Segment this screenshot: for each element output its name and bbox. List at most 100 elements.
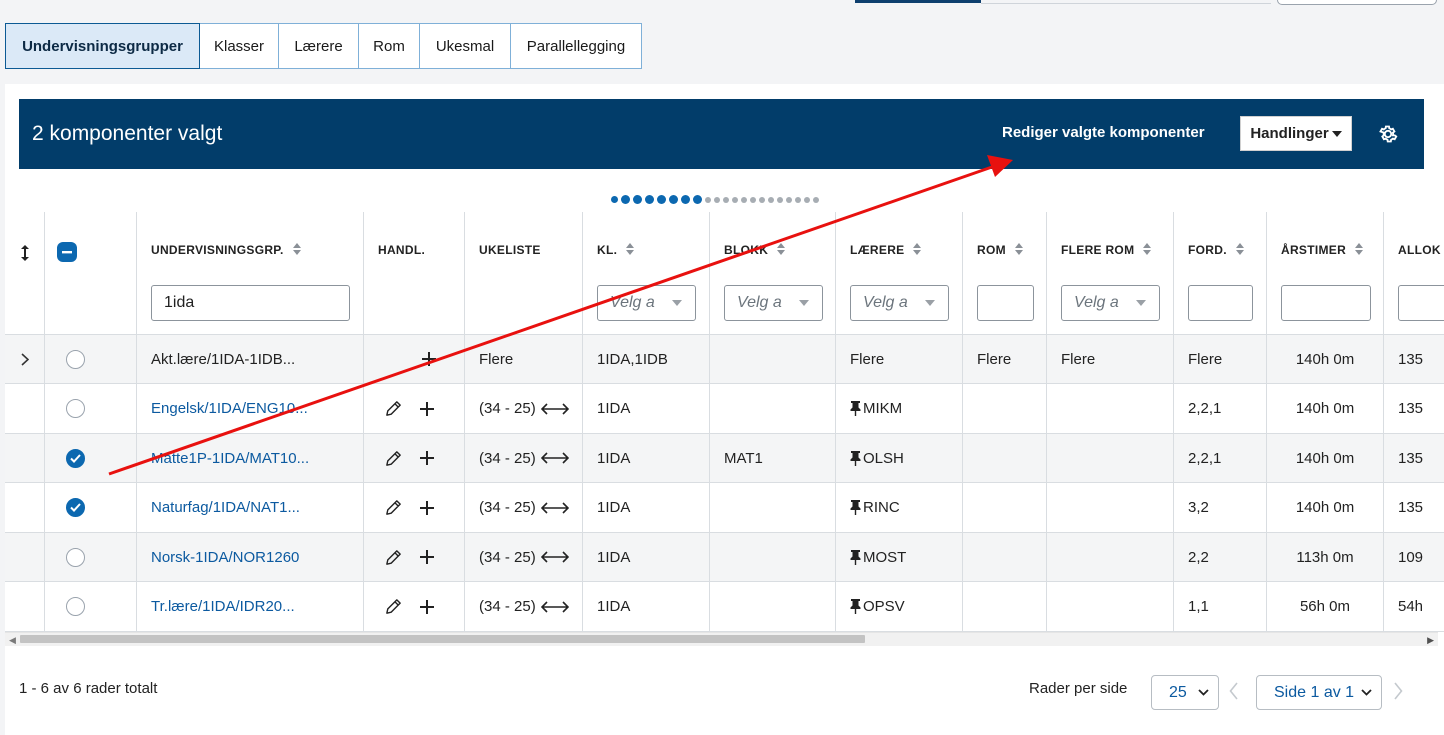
row-checkbox[interactable] [66,597,85,616]
sort-icon[interactable] [1014,243,1023,255]
tab-undervisningsgrupper[interactable]: Undervisningsgrupper [5,23,200,69]
row-checkbox[interactable] [66,399,85,418]
pencil-icon[interactable] [384,498,403,517]
col-room[interactable]: ROM [963,212,1047,334]
top-right-field[interactable] [1277,0,1437,5]
sort-icon[interactable] [777,243,786,255]
group-link[interactable]: Matte1P-1IDA/MAT10... [151,450,309,467]
plus-icon[interactable] [420,451,434,465]
table-row[interactable]: Engelsk/1IDA/ENG10... (34 - 25) 1IDA MIK… [5,384,1444,434]
pagination-dot[interactable] [723,196,729,203]
group-link[interactable]: Engelsk/1IDA/ENG10... [151,400,308,417]
row-checkbox[interactable] [66,349,85,369]
table-row[interactable]: Akt.lære/1IDA-1IDB... Flere 1IDA,1IDB Fl… [5,335,1444,384]
group-link[interactable]: Tr.lære/1IDA/IDR20... [151,598,295,615]
actions-dropdown-button[interactable]: Handlinger [1240,116,1352,151]
page-select[interactable]: Side 1 av 1 [1256,675,1382,710]
col-alloc[interactable]: ALLOK [1384,212,1444,334]
sort-icon[interactable] [1235,243,1244,255]
tab-rom[interactable]: Rom [359,23,420,69]
pagination-dot[interactable] [611,196,618,203]
scrollbar-thumb[interactable] [20,635,865,643]
resize-cell[interactable] [5,212,45,334]
plus-icon[interactable] [420,550,434,564]
table-row[interactable]: Tr.lære/1IDA/IDR20... (34 - 25) 1IDA OPS… [5,582,1444,632]
table-row[interactable]: Matte1P-1IDA/MAT10... (34 - 25) 1IDA MAT… [5,434,1444,483]
sort-icon[interactable] [1355,243,1364,255]
sort-icon[interactable] [292,243,301,255]
pagination-dot[interactable] [732,196,738,203]
col-teachers[interactable]: LÆRERE Velg a [836,212,963,334]
pencil-icon[interactable] [384,548,403,567]
pencil-icon[interactable] [384,399,403,418]
sort-icon[interactable] [1143,243,1152,255]
plus-icon[interactable] [420,500,434,515]
pagination-dot[interactable] [681,195,690,204]
col-block[interactable]: BLOKK Velg a [710,212,836,334]
sort-icon[interactable] [626,243,635,255]
pencil-icon[interactable] [384,597,403,616]
double-arrow-icon[interactable] [540,551,569,563]
pagination-dot[interactable] [633,195,642,204]
pagination-dot[interactable] [777,196,783,203]
col-hours[interactable]: ÅRSTIMER [1267,212,1384,334]
alloc-filter-input[interactable] [1398,285,1444,321]
group-link[interactable]: Naturfag/1IDA/NAT1... [151,499,300,516]
pagination-dot[interactable] [657,195,666,204]
class-filter-select[interactable]: Velg a [597,285,696,321]
tab-klasser[interactable]: Klasser [200,23,279,69]
pagination-dot[interactable] [804,196,810,203]
chevron-right-icon[interactable] [1393,682,1403,700]
scroll-right-icon[interactable]: ▶ [1427,635,1434,646]
select-all-checkbox[interactable] [57,242,77,262]
col-group[interactable]: UNDERVISNINGSGRP. 1ida [137,212,364,334]
more-rooms-filter-select[interactable]: Velg a [1061,285,1160,321]
row-checkbox-checked[interactable] [66,498,85,517]
pagination-dot[interactable] [693,195,702,204]
teacher-filter-select[interactable]: Velg a [850,285,949,321]
group-link[interactable]: Norsk-1IDA/NOR1260 [151,549,299,566]
pagination-dot[interactable] [750,196,756,203]
col-dist[interactable]: FORD. [1174,212,1267,334]
pagination-dot[interactable] [645,195,654,204]
col-class[interactable]: KL. Velg a [583,212,710,334]
sort-icon[interactable] [913,243,922,255]
col-more-rooms[interactable]: FLERE ROM Velg a [1047,212,1174,334]
double-arrow-icon[interactable] [540,501,569,514]
double-arrow-icon[interactable] [540,452,569,464]
expand-cell[interactable] [5,335,45,383]
pagination-dot[interactable] [759,196,765,203]
chevron-right-icon[interactable] [20,352,29,366]
pagination-dot[interactable] [768,196,774,203]
horizontal-scrollbar[interactable]: ◀ ▶ [5,632,1438,646]
pagination-dot[interactable] [621,195,630,204]
edit-selected-link[interactable]: Rediger valgte komponenter [1002,124,1205,141]
pagination-dot[interactable] [714,196,720,203]
pagination-dot[interactable] [669,195,678,204]
block-filter-select[interactable]: Velg a [724,285,823,321]
pagination-dot[interactable] [795,196,801,203]
row-checkbox-checked[interactable] [66,448,85,468]
table-row[interactable]: Norsk-1IDA/NOR1260 (34 - 25) 1IDA MOST 2… [5,533,1444,582]
row-checkbox[interactable] [66,547,85,567]
double-arrow-icon[interactable] [540,600,569,613]
tab-laerere[interactable]: Lærere [279,23,359,69]
table-row[interactable]: Naturfag/1IDA/NAT1... (34 - 25) 1IDA RIN… [5,483,1444,533]
room-filter-input[interactable] [977,285,1034,321]
arrow-up-down-icon[interactable] [20,245,29,261]
tab-parallellegging[interactable]: Parallellegging [511,23,642,69]
plus-icon[interactable] [420,599,434,614]
double-arrow-icon[interactable] [540,402,569,415]
gear-icon[interactable] [1377,123,1399,145]
plus-icon[interactable] [420,401,434,416]
pagination-dot[interactable] [786,196,792,203]
chevron-left-icon[interactable] [1229,682,1239,700]
hours-filter-input[interactable] [1281,285,1371,321]
tab-ukesmal[interactable]: Ukesmal [420,23,511,69]
dist-filter-input[interactable] [1188,285,1253,321]
group-filter-input[interactable]: 1ida [151,285,350,321]
pencil-icon[interactable] [384,449,403,468]
pagination-dot[interactable] [741,196,747,203]
rows-per-page-select[interactable]: 25 [1151,675,1219,710]
pagination-dot[interactable] [705,196,711,203]
